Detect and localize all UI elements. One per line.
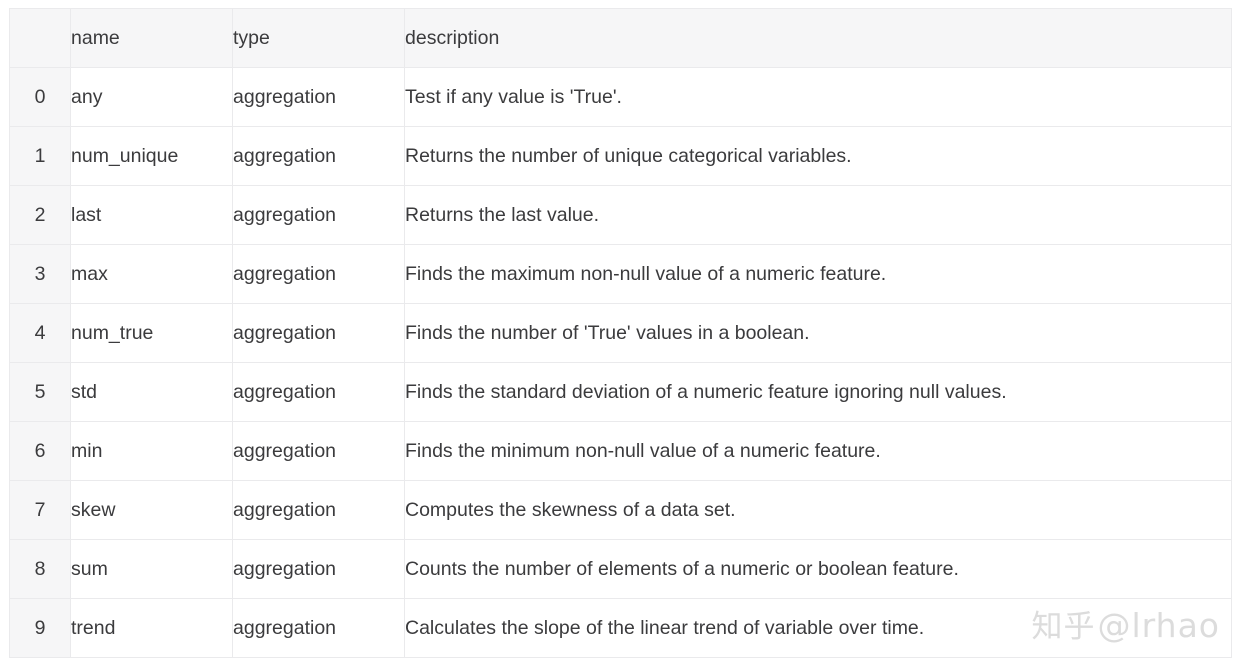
cell-description: Finds the number of 'True' values in a b…: [404, 303, 1232, 363]
cell-type: aggregation: [232, 67, 405, 127]
cell-name: any: [70, 67, 233, 127]
column-header-name[interactable]: name: [70, 8, 233, 68]
cell-name: sum: [70, 539, 233, 599]
cell-type: aggregation: [232, 185, 405, 245]
dataframe-viewport: name type description 0 any aggregation …: [0, 0, 1242, 664]
row-index: 4: [9, 303, 71, 363]
row-index: 2: [9, 185, 71, 245]
table-row[interactable]: 3 max aggregation Finds the maximum non-…: [9, 244, 1232, 304]
cell-name: max: [70, 244, 233, 304]
cell-description: Returns the number of unique categorical…: [404, 126, 1232, 186]
row-index: 5: [9, 362, 71, 422]
table-header: name type description: [9, 8, 1232, 68]
row-index: 3: [9, 244, 71, 304]
cell-description: Computes the skewness of a data set.: [404, 480, 1232, 540]
cell-type: aggregation: [232, 244, 405, 304]
cell-description: Finds the standard deviation of a numeri…: [404, 362, 1232, 422]
cell-description: Finds the maximum non-null value of a nu…: [404, 244, 1232, 304]
cell-name: num_unique: [70, 126, 233, 186]
cell-description: Calculates the slope of the linear trend…: [404, 598, 1232, 658]
table-row[interactable]: 4 num_true aggregation Finds the number …: [9, 303, 1232, 363]
table-row[interactable]: 8 sum aggregation Counts the number of e…: [9, 539, 1232, 599]
table-row[interactable]: 1 num_unique aggregation Returns the num…: [9, 126, 1232, 186]
row-index: 9: [9, 598, 71, 658]
cell-type: aggregation: [232, 303, 405, 363]
column-header-index: [9, 8, 71, 68]
cell-description: Counts the number of elements of a numer…: [404, 539, 1232, 599]
row-index: 8: [9, 539, 71, 599]
row-index: 7: [9, 480, 71, 540]
row-index: 1: [9, 126, 71, 186]
row-index: 6: [9, 421, 71, 481]
table-row[interactable]: 7 skew aggregation Computes the skewness…: [9, 480, 1232, 540]
cell-type: aggregation: [232, 539, 405, 599]
cell-type: aggregation: [232, 421, 405, 481]
table-row[interactable]: 6 min aggregation Finds the minimum non-…: [9, 421, 1232, 481]
row-index: 0: [9, 67, 71, 127]
table-row[interactable]: 5 std aggregation Finds the standard dev…: [9, 362, 1232, 422]
cell-description: Returns the last value.: [404, 185, 1232, 245]
cell-name: num_true: [70, 303, 233, 363]
cell-type: aggregation: [232, 126, 405, 186]
cell-description: Test if any value is 'True'.: [404, 67, 1232, 127]
cell-name: trend: [70, 598, 233, 658]
table-row[interactable]: 2 last aggregation Returns the last valu…: [9, 185, 1232, 245]
table-row[interactable]: 9 trend aggregation Calculates the slope…: [9, 598, 1232, 658]
column-header-type[interactable]: type: [232, 8, 405, 68]
primitives-table: name type description 0 any aggregation …: [9, 8, 1232, 658]
cell-name: std: [70, 362, 233, 422]
cell-name: last: [70, 185, 233, 245]
cell-type: aggregation: [232, 362, 405, 422]
cell-type: aggregation: [232, 598, 405, 658]
table-header-row: name type description: [9, 8, 1232, 68]
table-body: 0 any aggregation Test if any value is '…: [9, 67, 1232, 658]
cell-name: min: [70, 421, 233, 481]
column-header-description[interactable]: description: [404, 8, 1232, 68]
cell-type: aggregation: [232, 480, 405, 540]
table-row[interactable]: 0 any aggregation Test if any value is '…: [9, 67, 1232, 127]
cell-description: Finds the minimum non-null value of a nu…: [404, 421, 1232, 481]
cell-name: skew: [70, 480, 233, 540]
